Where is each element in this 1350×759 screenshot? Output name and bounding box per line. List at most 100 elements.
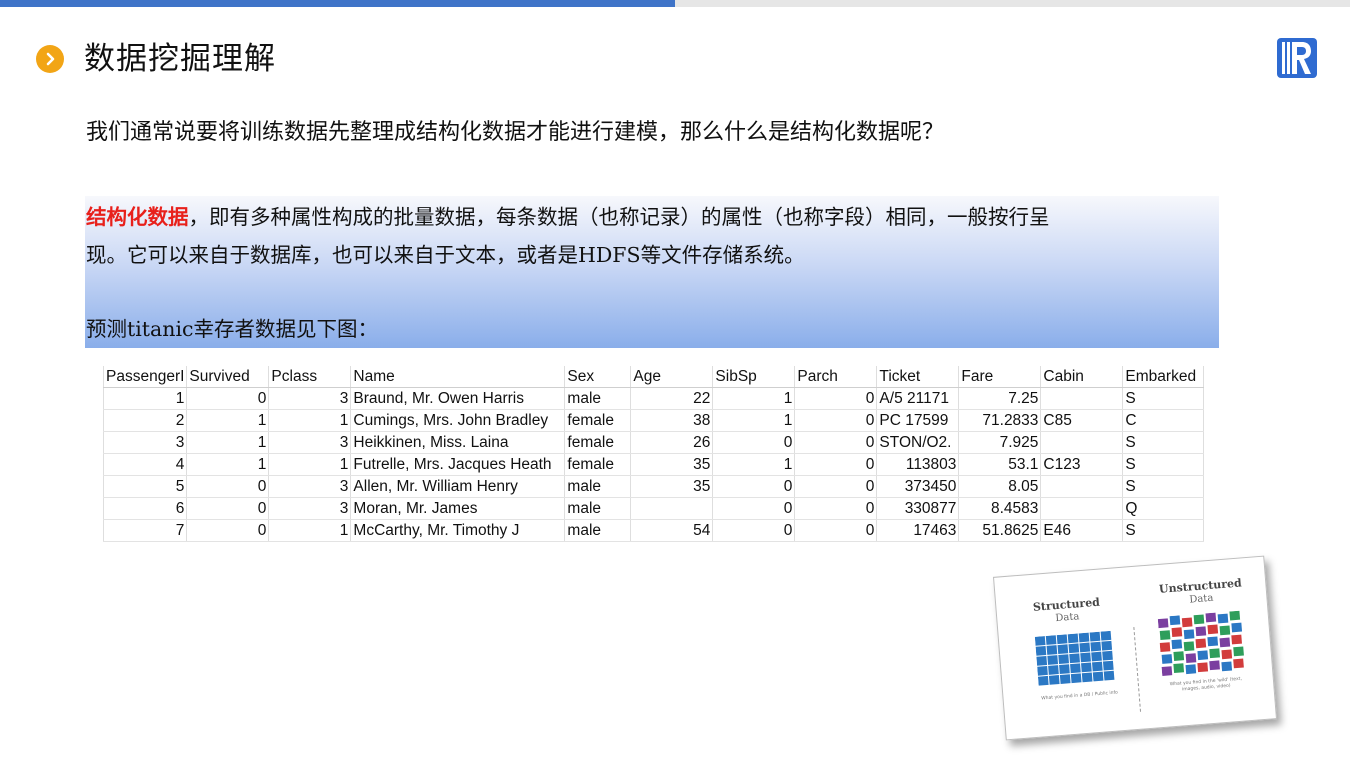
- table-cell: 1: [186, 409, 270, 432]
- table-cell: PC 17599: [876, 409, 960, 432]
- table-cell: 53.1: [958, 453, 1042, 476]
- table-cell: 1: [268, 409, 352, 432]
- table-cell: STON/O2.: [876, 431, 960, 454]
- table-cell: 26: [630, 431, 714, 454]
- table-cell: [630, 497, 714, 520]
- table-cell: 0: [794, 519, 878, 542]
- table-cell: Braund, Mr. Owen Harris: [350, 387, 566, 410]
- column-header: Ticket: [876, 366, 960, 388]
- column-header: SibSp: [712, 366, 796, 388]
- table-cell: Futrelle, Mrs. Jacques Heath: [350, 453, 566, 476]
- table-cell: 17463: [876, 519, 960, 542]
- unstructured-grid-icon: [1157, 610, 1244, 676]
- table-cell: 6: [102, 497, 188, 520]
- table-cell: 0: [186, 387, 270, 410]
- table-cell: S: [1122, 519, 1205, 542]
- table-cell: 0: [794, 475, 878, 498]
- table-cell: S: [1122, 431, 1205, 454]
- definition-text: 结构化数据，即有多种属性构成的批量数据，每条数据（也称记录）的属性（也称字段）相…: [86, 198, 1221, 274]
- column-header: Fare: [958, 366, 1042, 388]
- table-cell: 7: [102, 519, 188, 542]
- table-cell: C: [1122, 409, 1205, 432]
- table-cell: 0: [712, 431, 796, 454]
- table-cell: 1: [186, 431, 270, 454]
- table-cell: [1040, 497, 1124, 520]
- table-cell: S: [1122, 453, 1205, 476]
- table-cell: 330877: [876, 497, 960, 520]
- table-cell: 38: [630, 409, 714, 432]
- table-cell: 8.05: [958, 475, 1042, 498]
- structured-grid-icon: [1034, 630, 1115, 686]
- table-cell: 1: [268, 453, 352, 476]
- table-cell: 0: [794, 453, 878, 476]
- table-cell: 0: [794, 497, 878, 520]
- table-cell: 71.2833: [958, 409, 1042, 432]
- table-cell: Heikkinen, Miss. Laina: [350, 431, 566, 454]
- table-cell: 22: [630, 387, 714, 410]
- table-cell: S: [1122, 387, 1205, 410]
- column-header: Survived: [186, 366, 270, 388]
- table-cell: Moran, Mr. James: [350, 497, 566, 520]
- table-cell: S: [1122, 475, 1205, 498]
- table-cell: 0: [186, 497, 270, 520]
- top-track-bar: [675, 0, 1350, 7]
- column-header: PassengerI: [102, 366, 188, 388]
- table-cell: 0: [712, 475, 796, 498]
- column-header: Name: [350, 366, 566, 388]
- table-cell: 5: [102, 475, 188, 498]
- unstructured-caption: What you find in the 'wild' (text, image…: [1169, 676, 1243, 693]
- table-cell: [1040, 387, 1124, 410]
- table-cell: 1: [712, 387, 796, 410]
- table-cell: 3: [268, 387, 352, 410]
- table-cell: 0: [186, 475, 270, 498]
- panel-divider: [1133, 626, 1142, 712]
- table-cell: 35: [630, 453, 714, 476]
- table-cell: 7.925: [958, 431, 1042, 454]
- table-cell: male: [564, 497, 632, 520]
- table-row: 7 0 1 McCarthy, Mr. Timothy Jmale 54 0 0 17463 5…: [102, 519, 1205, 542]
- intro-text: 我们通常说要将训练数据先整理成结构化数据才能进行建模，那么什么是结构化数据呢？: [86, 120, 945, 145]
- column-header: Embarked: [1122, 366, 1205, 388]
- table-cell: 51.8625: [958, 519, 1042, 542]
- table-cell: E46: [1040, 519, 1124, 542]
- structured-vs-unstructured-image: Structured Data What you find in a DB / …: [992, 555, 1278, 741]
- r-logo-icon: [1276, 37, 1318, 79]
- table-cell: 54: [630, 519, 714, 542]
- table-cell: 1: [186, 453, 270, 476]
- structured-caption: What you find in a DB / Public info: [1041, 690, 1119, 702]
- table-cell: McCarthy, Mr. Timothy J: [350, 519, 566, 542]
- table-cell: Q: [1122, 497, 1205, 520]
- table-cell: 1: [268, 519, 352, 542]
- table-row: 4 1 1 Futrelle, Mrs. Jacques Heath female 35 1…: [102, 453, 1205, 476]
- table-cell: 8.4583: [958, 497, 1042, 520]
- table-cell: female: [564, 431, 632, 454]
- table-row: 5 0 3 Allen, Mr. William Henry male 35 0 0 37345…: [102, 475, 1205, 498]
- table-cell: male: [564, 519, 632, 542]
- column-header: Parch: [794, 366, 878, 388]
- top-accent-bar: [0, 0, 675, 7]
- column-header: Pclass: [268, 366, 352, 388]
- table-cell: 0: [794, 431, 878, 454]
- column-header: Cabin: [1040, 366, 1124, 388]
- table-row: 3 1 3 Heikkinen, Miss. Laina female 26 0 0 STON/…: [102, 431, 1205, 454]
- table-cell: Cumings, Mrs. John Bradley: [350, 409, 566, 432]
- table-cell: 0: [712, 497, 796, 520]
- table-cell: [1040, 475, 1124, 498]
- column-header: Sex: [564, 366, 632, 388]
- table-cell: C85: [1040, 409, 1124, 432]
- table-cell: 0: [186, 519, 270, 542]
- chevron-right-circle-icon: [36, 45, 64, 73]
- table-cell: 2: [102, 409, 188, 432]
- table-cell: male: [564, 475, 632, 498]
- table-cell: A/5 21171: [876, 387, 960, 410]
- column-header: Age: [630, 366, 714, 388]
- table-cell: 3: [102, 431, 188, 454]
- table-cell: [1040, 431, 1124, 454]
- definition-term: 结构化数据: [86, 205, 189, 229]
- table-cell: C123: [1040, 453, 1124, 476]
- table-cell: 3: [268, 431, 352, 454]
- table-cell: 1: [712, 409, 796, 432]
- table-cell: 7.25: [958, 387, 1042, 410]
- table-cell: male: [564, 387, 632, 410]
- table-cell: 0: [712, 519, 796, 542]
